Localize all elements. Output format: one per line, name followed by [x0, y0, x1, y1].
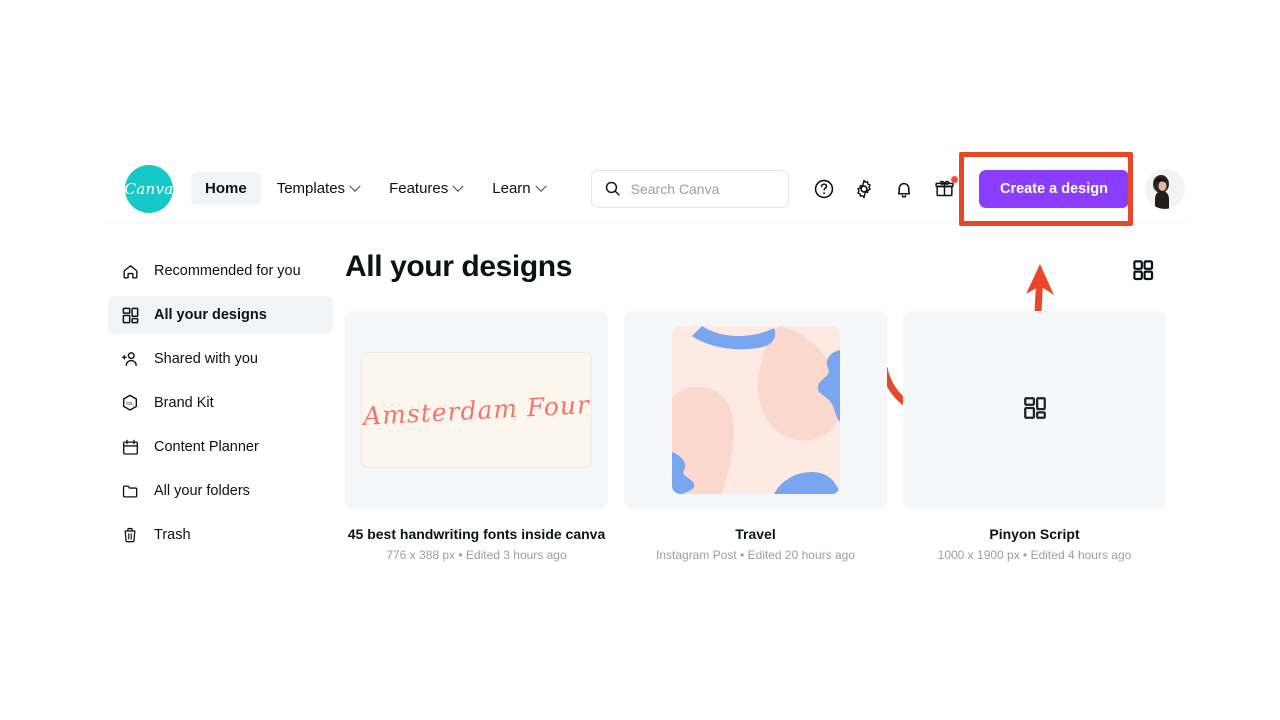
gift-icon[interactable] [931, 176, 957, 202]
home-icon [120, 261, 140, 281]
canva-logo[interactable]: Canva [125, 165, 173, 213]
sidebar-item-label: Recommended for you [154, 263, 301, 279]
settings-gear-icon[interactable] [851, 176, 877, 202]
notifications-bell-icon[interactable] [891, 176, 917, 202]
sidebar-item-all-your-designs[interactable]: All your designs [108, 296, 333, 334]
design-card-title: 45 best handwriting fonts inside canva [345, 526, 608, 542]
design-thumbnail[interactable] [903, 311, 1166, 509]
sidebar-item-label: Trash [154, 527, 191, 543]
nav-item-templates-label: Templates [277, 180, 345, 197]
search-icon [604, 180, 621, 197]
design-card[interactable]: Pinyon Script 1000 x 1900 px • Edited 4 … [903, 311, 1166, 562]
nav-item-features-label: Features [389, 180, 448, 197]
chevron-down-icon [535, 180, 546, 191]
sidebar-item-all-your-folders[interactable]: All your folders [108, 472, 333, 510]
trash-icon [120, 525, 140, 545]
sidebar-item-brand-kit[interactable]: co. Brand Kit [108, 384, 333, 422]
nav-item-learn-label: Learn [492, 180, 530, 197]
nav-item-learn[interactable]: Learn [478, 172, 558, 205]
placeholder-grid-icon [1022, 395, 1048, 426]
svg-text:co.: co. [126, 401, 134, 407]
design-card-meta: 1000 x 1900 px • Edited 4 hours ago [903, 548, 1166, 562]
search-input[interactable]: Search Canva [591, 170, 789, 208]
nav-item-home[interactable]: Home [191, 172, 261, 205]
design-card-meta: Instagram Post • Edited 20 hours ago [624, 548, 887, 562]
sidebar-item-trash[interactable]: Trash [108, 516, 333, 554]
handwriting-thumbnail: Amsterdam Four [361, 352, 592, 468]
sidebar-item-content-planner[interactable]: Content Planner [108, 428, 333, 466]
grid-icon [120, 305, 140, 325]
sidebar-item-shared-with-you[interactable]: Shared with you [108, 340, 333, 378]
nav-item-home-label: Home [205, 180, 247, 197]
nav-item-templates[interactable]: Templates [263, 172, 373, 205]
canva-homepage: Canva Home Templates Features Learn [0, 0, 1280, 720]
gift-notification-badge [951, 176, 958, 183]
design-thumbnail[interactable] [624, 311, 887, 509]
top-header: Canva Home Templates Features Learn [105, 155, 1185, 222]
nav-item-features[interactable]: Features [375, 172, 476, 205]
brand-hexagon-icon: co. [120, 393, 140, 413]
sidebar-item-recommended-for-you[interactable]: Recommended for you [108, 252, 333, 290]
sidebar: Recommended for you All your designs [108, 252, 333, 560]
chevron-down-icon [349, 180, 360, 191]
abstract-shapes-thumbnail [672, 326, 840, 494]
grid-view-icon[interactable] [1131, 258, 1155, 282]
sidebar-item-label: Content Planner [154, 439, 259, 455]
folder-icon [120, 481, 140, 501]
header-divider [105, 222, 1185, 223]
design-card-meta: 776 x 388 px • Edited 3 hours ago [345, 548, 608, 562]
chevron-down-icon [453, 180, 464, 191]
create-a-design-button[interactable]: Create a design [979, 170, 1129, 208]
help-icon[interactable] [811, 176, 837, 202]
add-people-icon [120, 349, 140, 369]
header-icon-row [811, 176, 957, 202]
sidebar-item-label: All your designs [154, 307, 267, 323]
calendar-icon [120, 437, 140, 457]
design-thumbnail[interactable]: Amsterdam Four [345, 311, 608, 509]
design-card[interactable]: Travel Instagram Post • Edited 20 hours … [624, 311, 887, 562]
design-card-title: Travel [624, 526, 887, 542]
design-card[interactable]: Amsterdam Four 45 best handwriting fonts… [345, 311, 608, 562]
thumbnail-script-text: Amsterdam Four [362, 390, 590, 431]
page-title: All your designs [345, 250, 572, 284]
design-card-title: Pinyon Script [903, 526, 1166, 542]
main-nav: Home Templates Features Learn [191, 172, 559, 205]
sidebar-item-label: All your folders [154, 483, 250, 499]
designs-grid: Amsterdam Four 45 best handwriting fonts… [345, 311, 1166, 562]
avatar[interactable] [1145, 169, 1185, 209]
avatar-photo [1145, 169, 1185, 209]
sidebar-item-label: Shared with you [154, 351, 258, 367]
search-placeholder: Search Canva [631, 181, 720, 197]
canva-logo-text: Canva [125, 180, 174, 198]
sidebar-item-label: Brand Kit [154, 395, 214, 411]
